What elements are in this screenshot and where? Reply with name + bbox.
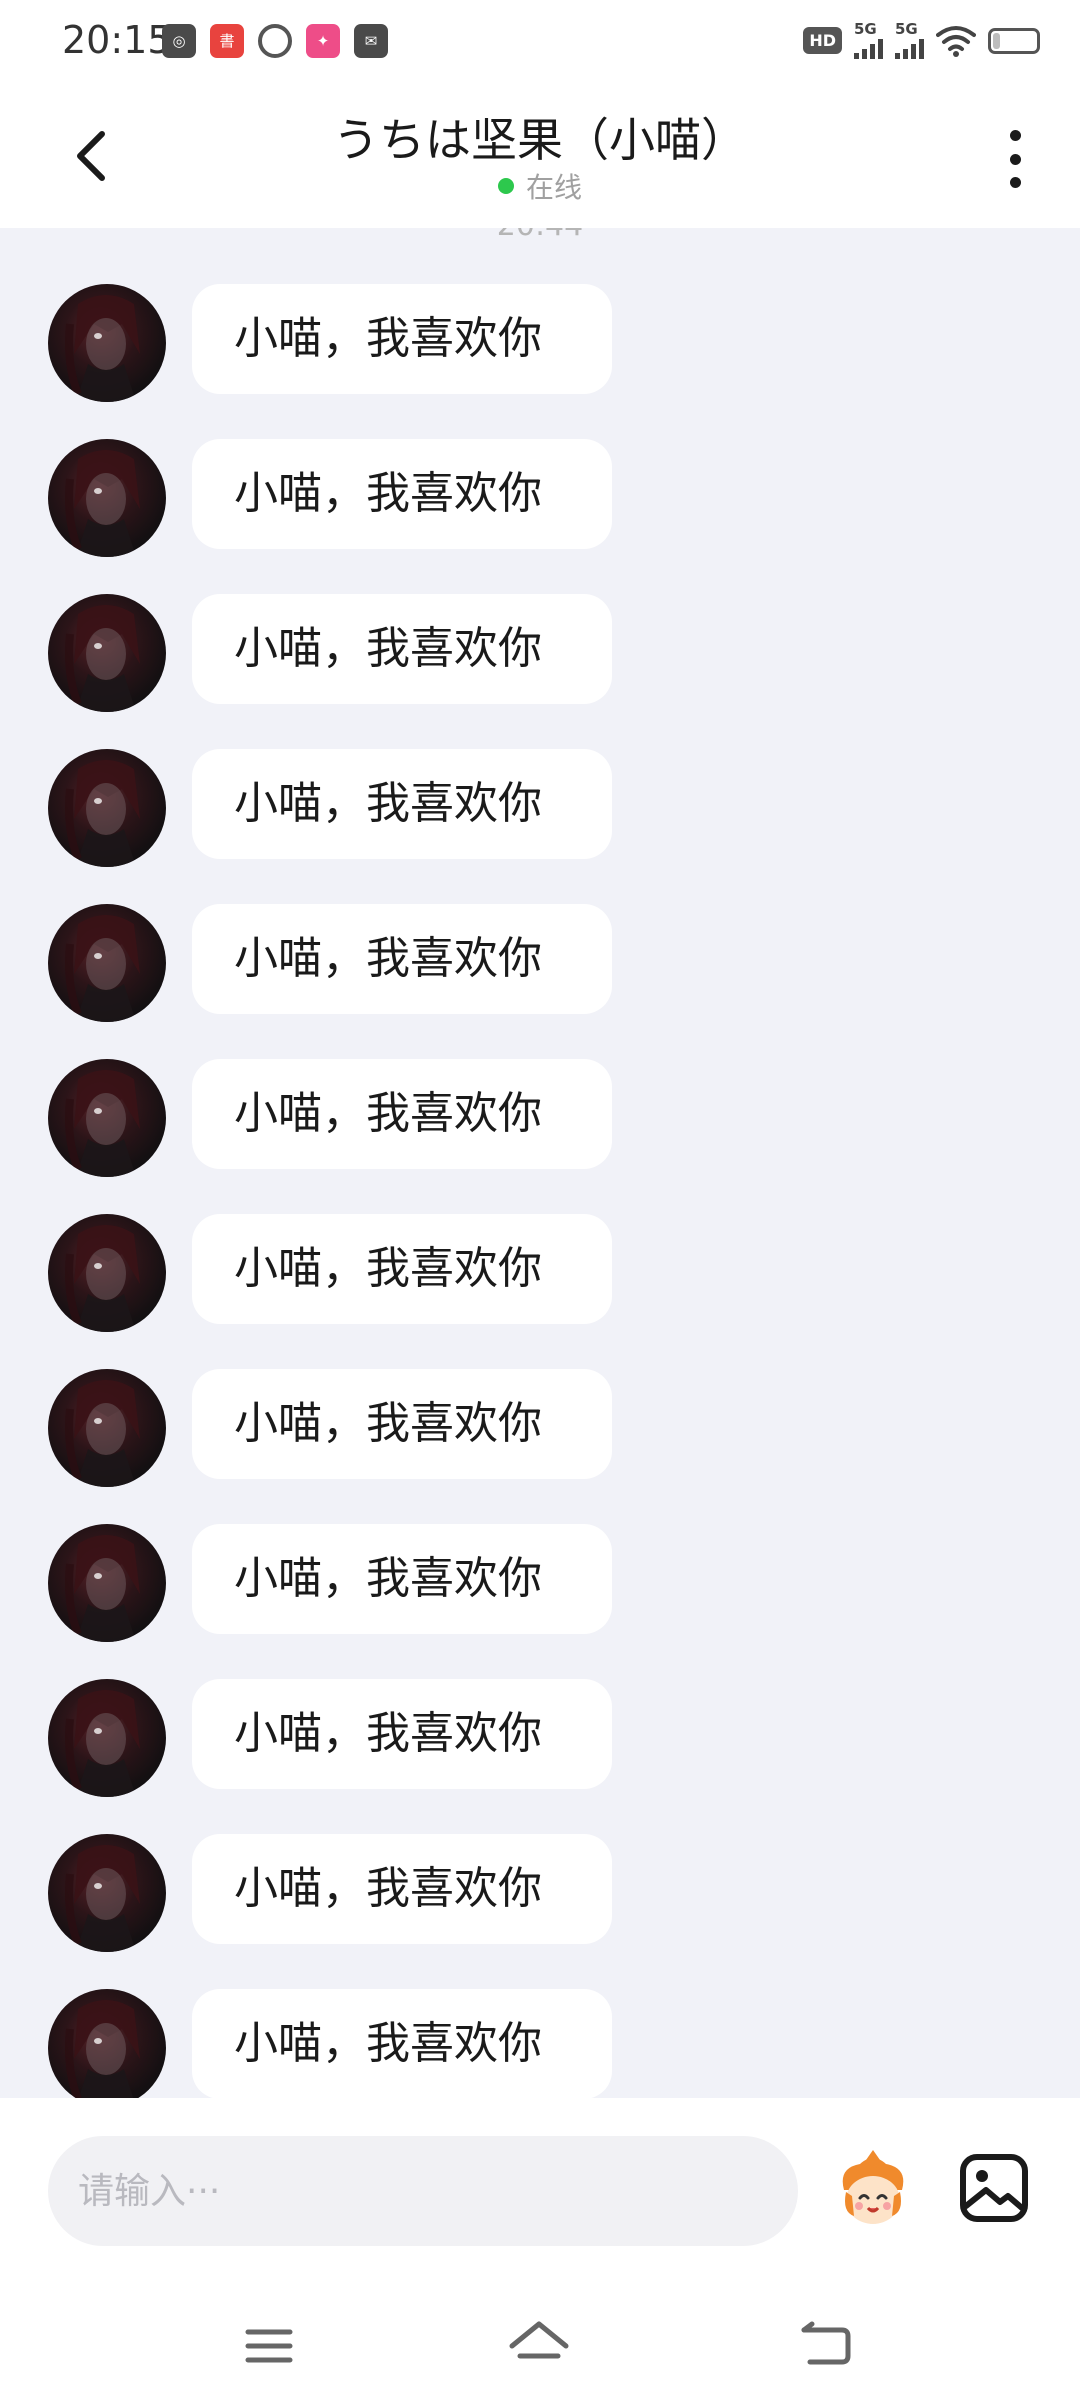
message-bubble[interactable]: 小喵，我喜欢你 <box>192 1369 612 1479</box>
avatar[interactable] <box>48 284 166 402</box>
message-bubble[interactable]: 小喵，我喜欢你 <box>192 904 612 1014</box>
browser-icon <box>258 24 292 58</box>
message-row: 小喵，我喜欢你 <box>0 594 1080 749</box>
message-bubble[interactable]: 小喵，我喜欢你 <box>192 1059 612 1169</box>
message-bubble[interactable]: 小喵，我喜欢你 <box>192 749 612 859</box>
emoji-button[interactable] <box>830 2150 916 2236</box>
signal-1-icon: 5G <box>854 22 883 59</box>
message-row: 小喵，我喜欢你 <box>0 749 1080 904</box>
chat-header: うちは坚果（小喵） 在线 <box>0 84 1080 228</box>
message-input[interactable] <box>48 2136 798 2246</box>
message-row: 小喵，我喜欢你 <box>0 1679 1080 1834</box>
avatar[interactable] <box>48 1059 166 1177</box>
input-bar <box>0 2098 1080 2278</box>
image-icon <box>960 2154 1028 2222</box>
message-row: 小喵，我喜欢你 <box>0 439 1080 594</box>
online-status: 在线 <box>0 166 1080 206</box>
message-bubble[interactable]: 小喵，我喜欢你 <box>192 594 612 704</box>
more-dot <box>1009 177 1021 188</box>
message-row: 小喵，我喜欢你 <box>0 1369 1080 1524</box>
avatar-portrait-icon <box>65 1845 140 1952</box>
message-bubble[interactable]: 小喵，我喜欢你 <box>192 1214 612 1324</box>
menu-icon <box>245 2329 293 2363</box>
weibo-icon: ◎ <box>162 24 196 58</box>
message-bubble[interactable]: 小喵，我喜欢你 <box>192 439 612 549</box>
avatar-portrait-icon <box>65 1535 140 1642</box>
status-indicators: HD 5G 5G <box>803 22 1040 59</box>
avatar-portrait-icon <box>65 450 140 557</box>
battery-icon <box>988 27 1040 54</box>
battery-level <box>993 32 1000 49</box>
more-dot <box>1009 130 1021 141</box>
avatar-portrait-icon <box>65 1380 140 1487</box>
nav-back-button[interactable] <box>792 2316 858 2376</box>
status-app-icons: ◎ 書 ✦ ✉ <box>162 24 388 58</box>
home-icon <box>509 2321 569 2359</box>
message-timestamp: 20:44 <box>0 228 1080 243</box>
image-button[interactable] <box>958 2152 1030 2224</box>
message-row: 小喵，我喜欢你 <box>0 1524 1080 1679</box>
signal-2-label: 5G <box>895 20 918 38</box>
status-time: 20:15 <box>62 18 172 62</box>
signal-1-label: 5G <box>854 20 877 38</box>
avatar-portrait-icon <box>65 915 140 1022</box>
wifi-icon <box>936 25 976 57</box>
more-dot <box>1009 153 1021 165</box>
avatar[interactable] <box>48 1989 166 2098</box>
avatar-portrait-icon <box>65 760 140 867</box>
avatar[interactable] <box>48 439 166 557</box>
avatar[interactable] <box>48 1679 166 1797</box>
xiaohongshu-icon: 書 <box>210 24 244 58</box>
avatar-portrait-icon <box>65 1225 140 1332</box>
message-row: 小喵，我喜欢你 <box>0 1214 1080 1369</box>
message-list: 小喵，我喜欢你 小喵，我喜欢你 小喵，我喜欢你 小喵，我喜欢你 小喵，我喜欢你 小喵，我喜… <box>0 284 1080 2098</box>
nav-menu-button[interactable] <box>236 2316 302 2376</box>
avatar-portrait-icon <box>65 605 140 712</box>
avatar-portrait-icon <box>65 1690 140 1797</box>
avatar-portrait-icon <box>65 1070 140 1177</box>
message-bubble[interactable]: 小喵，我喜欢你 <box>192 1989 612 2098</box>
avatar-portrait-icon <box>65 295 140 402</box>
app-icon: ✦ <box>306 24 340 58</box>
avatar-portrait-icon <box>65 2000 140 2098</box>
online-status-text: 在线 <box>525 171 582 204</box>
message-row: 小喵，我喜欢你 <box>0 1989 1080 2098</box>
page-title: うちは坚果（小喵） <box>333 113 747 167</box>
more-options-button[interactable] <box>990 124 1040 194</box>
avatar[interactable] <box>48 749 166 867</box>
chat-message-area[interactable]: 20:44 小喵，我喜欢你小喵，我喜欢你小喵，我喜欢你小喵，我喜欢你小喵，我喜欢… <box>0 228 1080 2098</box>
avatar[interactable] <box>48 904 166 1022</box>
message-row: 小喵，我喜欢你 <box>0 904 1080 1059</box>
message-bubble[interactable]: 小喵，我喜欢你 <box>192 284 612 394</box>
hd-badge: HD <box>803 27 842 54</box>
status-bar: 20:15 ◎ 書 ✦ ✉ HD 5G 5G <box>0 0 1080 84</box>
email-icon: ✉ <box>354 24 388 58</box>
avatar[interactable] <box>48 594 166 712</box>
message-bubble[interactable]: 小喵，我喜欢你 <box>192 1834 612 1944</box>
online-dot-icon <box>497 178 514 194</box>
back-icon <box>801 2321 851 2365</box>
nav-home-button[interactable] <box>506 2316 572 2376</box>
signal-2-icon: 5G <box>895 22 924 59</box>
emoji-mascot-icon <box>842 2150 904 2224</box>
avatar[interactable] <box>48 1834 166 1952</box>
avatar[interactable] <box>48 1524 166 1642</box>
message-row: 小喵，我喜欢你 <box>0 1059 1080 1214</box>
message-row: 小喵，我喜欢你 <box>0 1834 1080 1989</box>
avatar[interactable] <box>48 1369 166 1487</box>
message-row: 小喵，我喜欢你 <box>0 284 1080 439</box>
message-bubble[interactable]: 小喵，我喜欢你 <box>192 1679 612 1789</box>
avatar[interactable] <box>48 1214 166 1332</box>
system-navigation-bar <box>0 2278 1080 2408</box>
message-bubble[interactable]: 小喵，我喜欢你 <box>192 1524 612 1634</box>
